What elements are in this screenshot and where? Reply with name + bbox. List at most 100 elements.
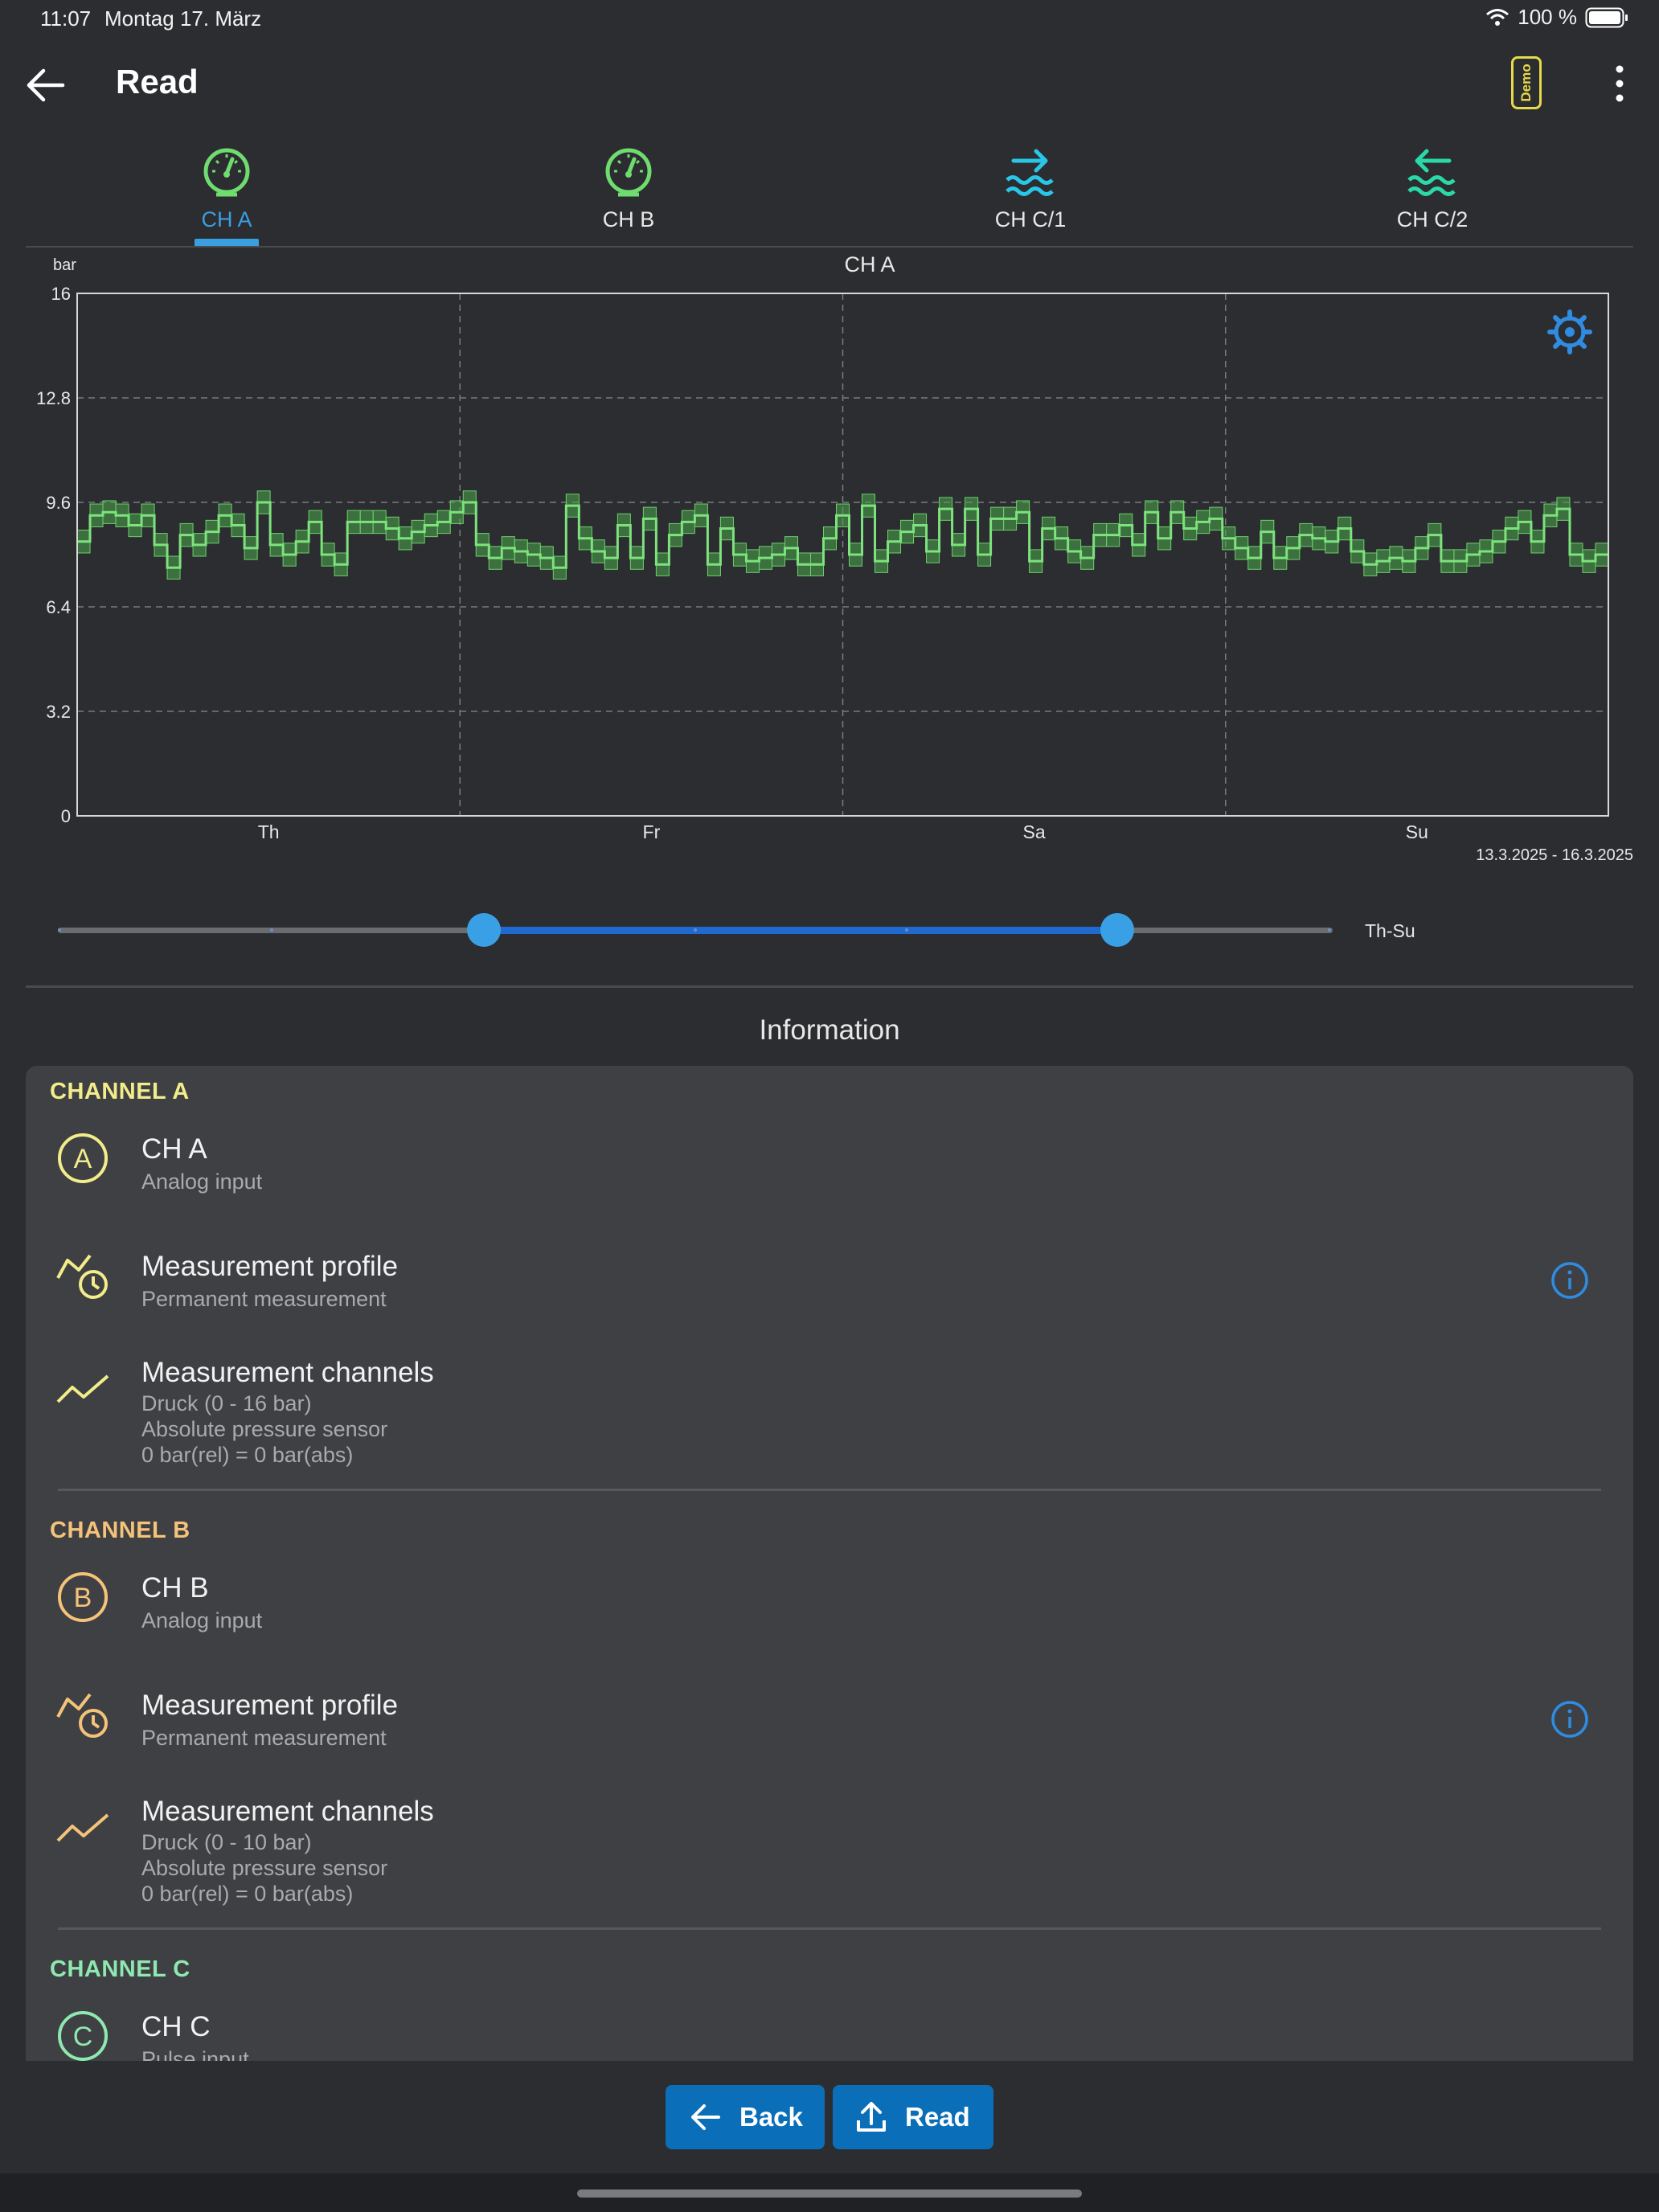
read-button-label: Read [905,2102,970,2132]
chart: bar CH A 0 3.2 6.4 9.6 12.8 16 Th Fr Sa Su 13.3.… [0,248,1659,875]
measurement-channel-line: 0 bar(rel) = 0 bar(abs) [141,1882,354,1906]
slider-tick [1328,928,1331,932]
tab-label: CH A [201,207,252,231]
tab-label: CH C/2 [1396,207,1469,231]
channel-tabs: CH A CH B CH C/1 CH C/2 [26,129,1633,248]
y-tick-label: 12.8 [36,388,71,408]
arrow-left-icon [691,2104,720,2130]
arrow-left-icon[interactable] [21,61,69,109]
slider-tick [270,928,273,932]
divider [58,1927,1601,1930]
app-bar: Read Demo [0,39,1659,129]
chart-title: CH A [844,252,895,276]
status-time: 11:07 [40,6,92,31]
tab-ch-b[interactable]: CH B [428,129,830,248]
tab-label: CH C/1 [994,207,1067,231]
svg-text:A: A [74,1144,92,1174]
y-tick-label: 16 [51,284,71,304]
channel-c-letter-icon: C [58,2011,108,2061]
slider-tick [58,928,61,932]
profile-clock-icon [56,1254,108,1299]
slider-start-handle[interactable] [466,913,501,947]
chart-svg: bar CH A 0 3.2 6.4 9.6 12.8 16 Th Fr Sa Su 13.3.… [36,252,1633,864]
tab-ch-c2[interactable]: CH C/2 [1231,129,1633,248]
battery-percent: 100 % [1518,5,1577,29]
home-indicator[interactable] [577,2189,1082,2198]
measurement-channel-line: Absolute pressure sensor [141,1417,388,1441]
info-section-title: Information [759,1014,900,1046]
svg-text:B: B [74,1583,92,1613]
gauge-icon [605,148,652,197]
profile-title: Measurement profile [141,1251,399,1282]
measurement-channels-title: Measurement channels [141,1796,434,1827]
slider-end-handle[interactable] [1100,913,1134,947]
measurement-channel-line: Absolute pressure sensor [141,1856,388,1880]
slider-tick [905,928,908,932]
read-button[interactable]: Read [833,2085,993,2149]
upload-icon [857,2102,886,2132]
x-tick-label: Th [258,821,280,842]
status-indicators: 100 % [1485,5,1628,30]
water-in-icon [1006,149,1054,196]
y-axis-ticks: 0 3.2 6.4 9.6 12.8 16 [36,284,71,826]
time-range-slider[interactable] [58,913,1333,947]
back-button-label: Back [739,2102,803,2132]
info-icon[interactable] [1550,1699,1590,1739]
svg-text:C: C [73,2022,93,2052]
y-tick-label: 6.4 [46,597,71,617]
more-vert-icon[interactable] [1604,59,1636,108]
demo-badge: Demo [1511,56,1542,109]
trend-line-icon [56,1813,109,1842]
channel-c-header: CHANNEL C [50,1956,190,1982]
channel-c-name: CH C [141,2011,211,2042]
tab-ch-a[interactable]: CH A [26,129,428,248]
wifi-icon [1486,8,1509,26]
trend-line-icon [56,1374,109,1403]
x-tick-label: Su [1406,821,1428,842]
y-tick-label: 9.6 [46,493,71,513]
x-tick-label: Sa [1023,821,1046,842]
measurement-channel-line: 0 bar(rel) = 0 bar(abs) [141,1443,354,1467]
gauge-icon [203,148,250,197]
profile-clock-icon [56,1693,108,1738]
chart-date-range: 13.3.2025 - 16.3.2025 [1476,846,1633,864]
channel-a-letter-icon: A [58,1133,108,1183]
measurement-channel-line: Druck (0 - 16 bar) [141,1391,312,1415]
water-out-icon [1407,149,1456,196]
slider-selected-range [483,927,1117,934]
measurement-channel-line: Druck (0 - 10 bar) [141,1830,312,1854]
channel-b-header: CHANNEL B [50,1518,190,1543]
battery-icon [1585,7,1628,27]
channel-b-name: CH B [141,1572,209,1604]
gear-icon[interactable] [1547,309,1592,354]
channel-a-type: Analog input [141,1169,263,1194]
channel-a-name: CH A [141,1133,207,1165]
y-tick-label: 0 [61,806,71,826]
y-axis-unit: bar [53,256,76,274]
slider-tick [694,928,697,932]
channel-c-type: Pulse input [141,2047,249,2061]
slider-range-label: Th-Su [1365,920,1415,941]
status-date: Montag 17. März [104,6,262,31]
channel-b-type: Analog input [141,1608,263,1632]
profile-value: Permanent measurement [141,1287,387,1311]
y-tick-label: 3.2 [46,702,71,722]
info-card: CHANNEL A A CH A Analog input Measuremen… [26,1066,1633,2061]
tab-label: CH B [602,207,655,231]
measurement-channels-title: Measurement channels [141,1357,434,1388]
x-axis-ticks: Th Fr Sa Su [258,821,1428,842]
tab-ch-c1[interactable]: CH C/1 [830,129,1231,248]
page-title: Read [116,63,199,100]
profile-title: Measurement profile [141,1690,399,1721]
divider [26,985,1633,988]
demo-badge-label: Demo [1518,63,1534,102]
status-bar: 11:07 Montag 17. März 100 % [0,0,1659,39]
profile-value: Permanent measurement [141,1726,387,1750]
divider [58,1489,1601,1491]
channel-b-letter-icon: B [58,1572,108,1622]
info-icon[interactable] [1550,1260,1590,1301]
x-tick-label: Fr [643,821,661,842]
channel-a-header: CHANNEL A [50,1079,190,1104]
bottom-action-bar [0,2061,1659,2173]
back-button[interactable]: Back [666,2085,825,2149]
